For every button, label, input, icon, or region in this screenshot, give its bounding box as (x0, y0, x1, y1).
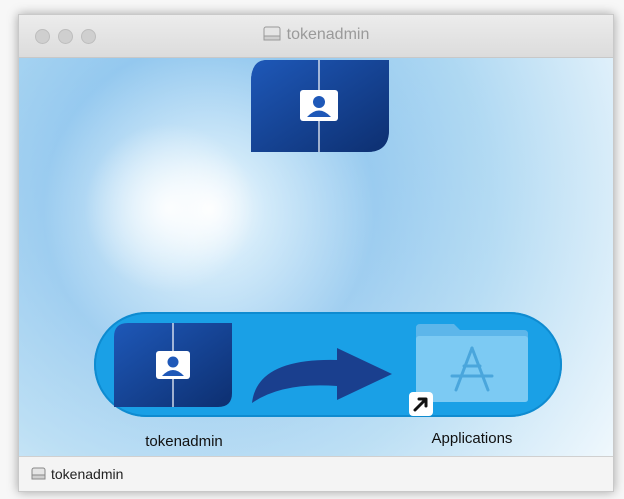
status-bar: tokenadmin (19, 456, 613, 491)
drag-arrow-icon (252, 348, 392, 403)
dmg-background: tokenadmin Applications (19, 58, 613, 456)
window-title: tokenadmin (286, 26, 370, 43)
volume-icon[interactable] (251, 60, 389, 152)
alias-arrow-icon (409, 392, 433, 416)
status-bar-label: tokenadmin (51, 466, 124, 482)
title-bar[interactable]: tokenadmin (19, 15, 613, 58)
finder-window: tokenadmin tokenadmin Applications token… (18, 14, 614, 492)
app-icon[interactable] (114, 323, 232, 407)
app-label: tokenadmin (145, 433, 223, 450)
disk-image-icon (31, 467, 46, 480)
disk-image-icon (263, 26, 281, 41)
window-title-area: tokenadmin (19, 26, 613, 44)
applications-label: Applications (431, 430, 513, 447)
applications-folder-icon[interactable] (416, 320, 528, 402)
background-glow (69, 108, 269, 308)
